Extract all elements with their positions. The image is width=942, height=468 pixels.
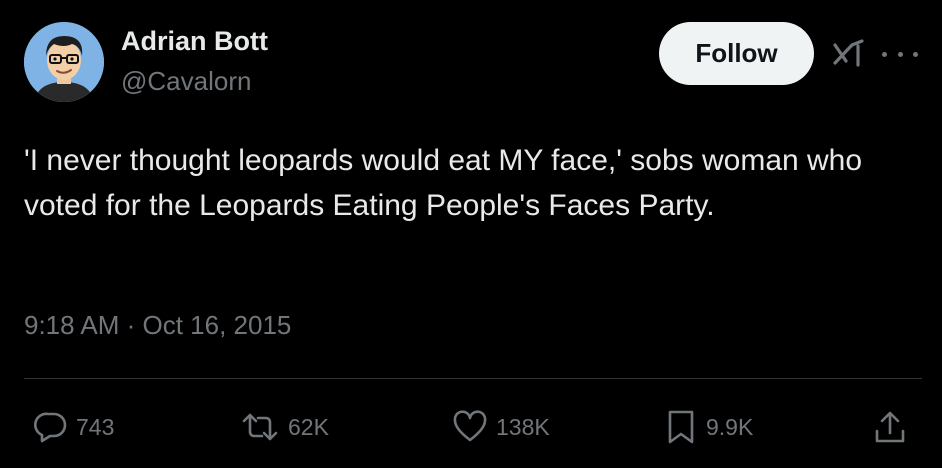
heart-icon [453, 410, 487, 442]
reply-icon [34, 412, 67, 443]
avatar-illustration [24, 22, 104, 102]
more-dot [897, 51, 903, 57]
reply-count: 743 [76, 413, 115, 440]
reply-button[interactable]: 743 [34, 407, 114, 447]
repost-count: 62K [288, 413, 329, 440]
share-button[interactable] [872, 407, 916, 447]
bookmark-icon [668, 410, 694, 444]
more-icon[interactable] [882, 44, 918, 64]
share-icon [875, 411, 905, 443]
avatar[interactable] [24, 22, 104, 102]
like-button[interactable]: 138K [452, 407, 550, 447]
more-dot [913, 51, 918, 57]
bookmark-button[interactable]: 9.9K [664, 407, 753, 447]
like-count: 138K [496, 413, 550, 440]
tweet-timestamp[interactable]: 9:18 AM · Oct 16, 2015 [24, 310, 291, 341]
grok-icon[interactable] [832, 37, 868, 71]
author-name[interactable]: Adrian Bott [121, 26, 268, 57]
bookmark-count: 9.9K [706, 413, 754, 440]
repost-button[interactable]: 62K [240, 407, 329, 447]
follow-button[interactable]: Follow [659, 22, 814, 85]
author-handle[interactable]: @Cavalorn [121, 66, 251, 97]
divider [24, 378, 922, 379]
tweet-card: Adrian Bott @Cavalorn Follow 'I never th… [0, 0, 942, 468]
more-dot [882, 51, 887, 57]
repost-icon [242, 413, 278, 441]
tweet-text: 'I never thought leopards would eat MY f… [24, 144, 863, 222]
